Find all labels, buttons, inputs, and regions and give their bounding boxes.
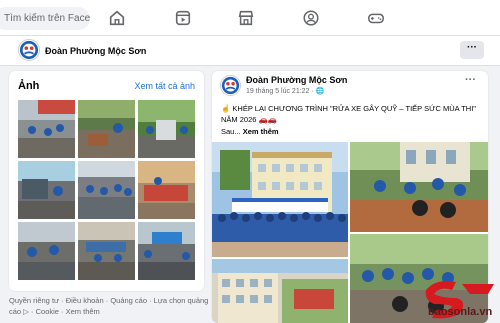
- photos-title: Ảnh: [18, 80, 40, 92]
- page-name[interactable]: Đoàn Phường Mộc Sơn: [45, 46, 146, 56]
- see-all-photos-link[interactable]: Xem tất cả ảnh: [134, 81, 195, 91]
- photo-thumbnail[interactable]: [78, 222, 135, 280]
- post-truncated-text: Sau...: [221, 127, 241, 136]
- photo-thumbnail[interactable]: [18, 100, 75, 158]
- post-timestamp[interactable]: 19 tháng 5 lúc 21:22 · 🌐: [246, 87, 324, 95]
- gaming-icon[interactable]: [367, 9, 385, 27]
- post-more-button[interactable]: ···: [465, 74, 476, 86]
- post-photo[interactable]: [212, 142, 348, 257]
- photo-thumbnail[interactable]: [18, 222, 75, 280]
- marketplace-icon[interactable]: [237, 9, 255, 27]
- photo-thumbnail[interactable]: [138, 161, 195, 219]
- post-author-avatar[interactable]: [220, 75, 241, 96]
- home-icon[interactable]: [108, 9, 126, 27]
- footer-links[interactable]: Quyền riêng tư · Điều khoản · Quảng cáo …: [9, 295, 209, 317]
- page-header: Đoàn Phường Mộc Sơn: [0, 36, 500, 66]
- post-text: ☝ KHÉP LẠI CHƯƠNG TRÌNH "RỬA XE GÂY QUỸ …: [221, 104, 476, 124]
- photo-thumbnail[interactable]: [138, 100, 195, 158]
- search-input[interactable]: [0, 7, 90, 30]
- groups-icon[interactable]: [302, 9, 320, 27]
- photo-thumbnail[interactable]: [138, 222, 195, 280]
- photo-thumbnail[interactable]: [78, 100, 135, 158]
- watermark-text: baosonla.vn: [428, 306, 493, 318]
- see-more-link[interactable]: Xem thêm: [243, 127, 279, 136]
- top-nav-bar: [0, 0, 500, 36]
- post-photo[interactable]: [350, 142, 488, 232]
- photo-thumbnail[interactable]: [18, 161, 75, 219]
- page-more-button[interactable]: ···: [460, 41, 484, 59]
- post-photo[interactable]: [212, 259, 348, 323]
- photo-grid: [18, 100, 195, 280]
- photo-thumbnail[interactable]: [78, 161, 135, 219]
- video-icon[interactable]: [174, 9, 192, 27]
- page-avatar[interactable]: [18, 39, 40, 61]
- post-see-more: Sau... Xem thêm: [221, 127, 279, 136]
- post-author-name[interactable]: Đoàn Phường Mộc Sơn: [246, 75, 347, 85]
- photos-card: Ảnh Xem tất cả ảnh: [9, 71, 204, 291]
